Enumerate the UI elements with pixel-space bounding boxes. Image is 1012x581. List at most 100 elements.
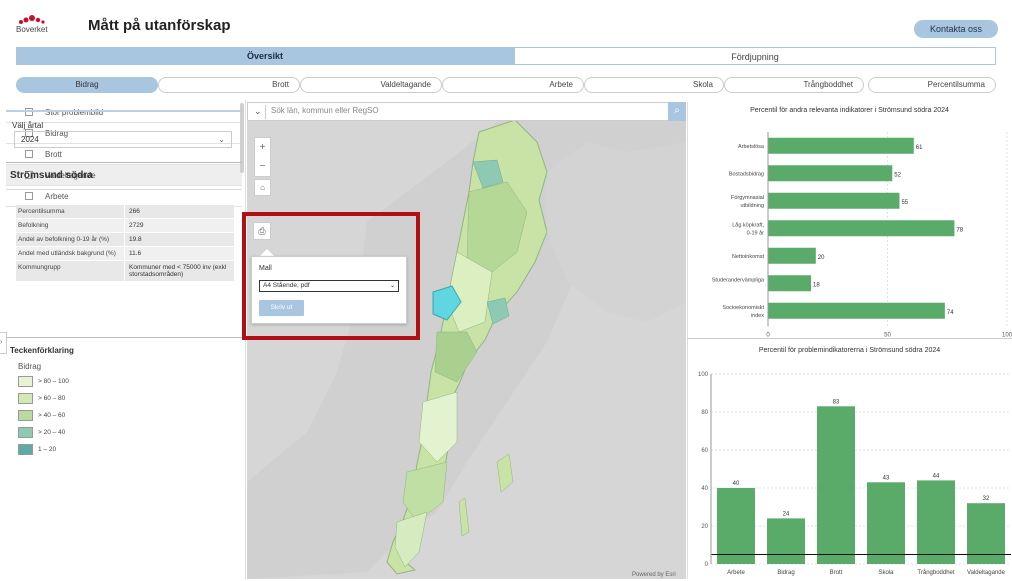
- search-button[interactable]: ⌕: [668, 102, 686, 121]
- stat-key: Kommungrupp: [18, 264, 61, 271]
- stat-key: Percentilsumma: [18, 208, 65, 215]
- bar: [917, 480, 955, 564]
- tab-trangboddhet[interactable]: Trångboddhet: [724, 77, 864, 93]
- legend-subtitle: Bidrag: [18, 362, 42, 371]
- bar: [768, 165, 893, 182]
- tab-bidrag[interactable]: Bidrag: [16, 77, 158, 93]
- bar: [767, 518, 805, 564]
- category-label: Valdeltagande: [967, 570, 1006, 576]
- stat-value: 266: [124, 205, 234, 218]
- search-icon: ⌕: [674, 105, 680, 116]
- bar-value-label: 55: [901, 200, 908, 206]
- bar-value-label: 78: [956, 227, 963, 233]
- category-label: Trångboddhet: [917, 569, 954, 576]
- y-tick-label: 40: [701, 486, 708, 492]
- table-row: Kommungrupp Kommuner med < 75000 inv (exk…: [16, 261, 234, 282]
- problem-indicator-chart: Percentil för problemindikatorerna i Str…: [687, 342, 1012, 579]
- bar: [717, 488, 755, 564]
- checkbox[interactable]: [25, 192, 33, 200]
- legend-swatch: [18, 393, 33, 404]
- indicator-chart-horizontal: Percentil för andra relevanta indikatore…: [687, 102, 1012, 339]
- bar: [768, 275, 812, 292]
- bar-value-label: 18: [813, 282, 820, 288]
- category-label: Arbetslösa: [738, 144, 765, 150]
- contact-button[interactable]: Kontakta oss: [914, 20, 998, 38]
- bar: [817, 406, 855, 564]
- stat-key: Andel av befolkning 0-19 år (%): [18, 236, 110, 243]
- layer-label: Arbete: [45, 192, 69, 201]
- zoom-out-button[interactable]: −: [255, 157, 270, 176]
- bar-value-label: 83: [833, 399, 840, 405]
- search-input[interactable]: Sök län, kommun eller RegSO: [271, 106, 379, 115]
- area-stats-table: Percentilsumma 266 Befolkning 2729 Andel a…: [16, 205, 234, 282]
- tab-valdeltagande[interactable]: Valdeltagande: [300, 77, 442, 93]
- bar-value-label: 40: [733, 481, 740, 487]
- category-label: Förgymnasial utbildning: [731, 195, 764, 209]
- bar: [768, 137, 914, 154]
- y-tick-label: 60: [701, 448, 708, 454]
- category-label: Skola: [878, 570, 894, 576]
- year-select-value: 2024: [21, 135, 39, 144]
- bar-value-label: 24: [783, 511, 790, 517]
- year-select[interactable]: 2024 ⌄: [14, 131, 232, 148]
- table-row: Andel av befolkning 0-19 år (%) 19.8: [16, 233, 234, 247]
- highlight-frame: [242, 212, 420, 340]
- tab-fordjupning[interactable]: Fördjupning: [514, 47, 996, 65]
- main-tabs: Översikt Fördjupning: [16, 47, 996, 65]
- y-tick-label: 20: [701, 524, 708, 530]
- area-title: Strömsund södra: [10, 170, 93, 181]
- bar: [768, 192, 900, 209]
- legend-label: > 80 – 100: [38, 378, 69, 385]
- legend-label: > 20 – 40: [38, 429, 66, 436]
- category-label: Bostadsbidrag: [729, 171, 764, 177]
- stat-value: 19.8: [124, 233, 234, 246]
- y-tick-label: 80: [701, 410, 708, 416]
- legend-swatch: [18, 410, 33, 421]
- legend-swatch: [18, 427, 33, 438]
- category-label: Låg köpkraft, 0-19 år: [732, 221, 764, 236]
- x-tick-label: 100: [1002, 333, 1012, 339]
- legend-swatch: [18, 444, 33, 455]
- zoom-in-button[interactable]: +: [255, 138, 270, 157]
- powered-by-text: Powered by Esri: [632, 572, 676, 578]
- app-title: Mått på utanförskap: [88, 17, 231, 34]
- tab-percentilsumma[interactable]: Percentilsumma: [868, 77, 996, 93]
- map-view[interactable]: [247, 102, 686, 579]
- zoom-controls: + −: [254, 137, 271, 177]
- stat-value: 2729: [124, 219, 234, 232]
- legend-title: Teckenförklaring: [10, 346, 74, 355]
- stat-key: Befolkning: [18, 222, 49, 229]
- category-label: Brott: [830, 570, 843, 576]
- stat-key: Andel med utländsk bakgrund (%): [18, 250, 116, 257]
- indicator-tabs: Bidrag Brott Valdeltagande Arbete Skola …: [16, 77, 996, 93]
- legend-swatch: [18, 376, 33, 387]
- tab-arbete[interactable]: Arbete: [442, 77, 584, 93]
- sweden-map[interactable]: [247, 102, 686, 579]
- bar: [768, 247, 816, 264]
- chart-title: Percentil för problemindikatorerna i Str…: [758, 347, 941, 354]
- bar-value-label: 74: [947, 310, 954, 316]
- bar-value-label: 52: [894, 172, 901, 178]
- x-tick-label: 50: [884, 333, 891, 339]
- app-header: Boverket Mått på utanförskap Kontakta os…: [0, 0, 1012, 44]
- y-tick-label: 100: [698, 372, 709, 378]
- home-button[interactable]: ⌂: [254, 179, 271, 196]
- table-row: Befolkning 2729: [16, 219, 234, 233]
- year-label: Välj årtal: [12, 121, 44, 130]
- bar-value-label: 43: [883, 475, 890, 481]
- x-tick-label: 0: [766, 333, 770, 339]
- vertical-bar-chart: 0 20 40 60 80 100 40 Arbete 24 Bidrag 83 Brott 43 Sko…: [698, 372, 1011, 576]
- chevron-down-icon[interactable]: ⌄: [254, 106, 262, 117]
- bar-value-label: 44: [933, 473, 940, 479]
- tab-brott[interactable]: Brott: [158, 77, 300, 93]
- chevron-down-icon: ⌄: [218, 135, 225, 144]
- category-label: Socioekonomiskt index: [722, 305, 764, 319]
- stat-value: Kommuner med < 75000 inv (exkl storstads…: [124, 261, 234, 281]
- table-row: Andel med utländsk bakgrund (%) 11.6: [16, 247, 234, 261]
- collapse-panel-button[interactable]: ›: [0, 332, 7, 354]
- logo-text: Boverket: [16, 25, 48, 34]
- boverket-logo[interactable]: Boverket: [16, 14, 56, 40]
- tab-oversikt[interactable]: Översikt: [16, 47, 514, 65]
- bar-value-label: 61: [916, 145, 923, 151]
- tab-skola[interactable]: Skola: [584, 77, 724, 93]
